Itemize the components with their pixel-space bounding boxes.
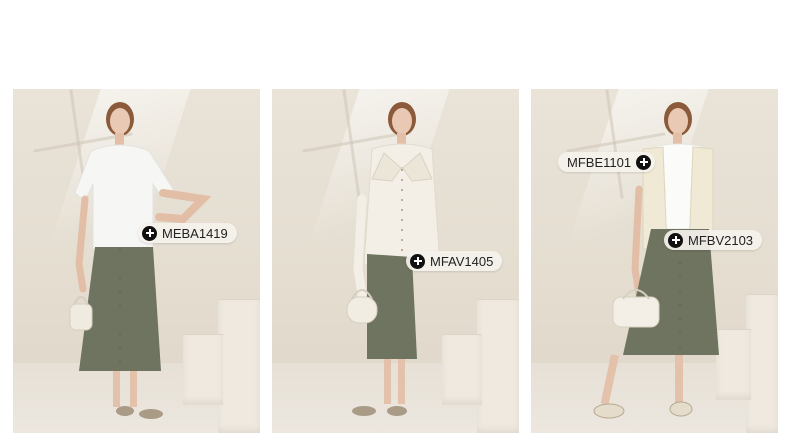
- plus-icon: [410, 253, 425, 269]
- plus-icon: [636, 154, 652, 170]
- plus-icon: [142, 225, 157, 241]
- product-code: MEBA1419: [162, 225, 228, 241]
- look-card-2[interactable]: MFAV1405: [272, 89, 519, 433]
- model-photo: [593, 102, 719, 419]
- product-tag[interactable]: MFBE1101: [558, 152, 656, 172]
- product-code: MFAV1405: [430, 253, 494, 269]
- plus-icon: [668, 232, 683, 248]
- look-card-1[interactable]: MEBA1419: [13, 89, 260, 433]
- look-card-3[interactable]: MFBE1101 MFBV2103: [531, 89, 778, 433]
- product-tag[interactable]: MFAV1405: [406, 251, 503, 271]
- product-code: MFBV2103: [688, 232, 754, 248]
- model-photo: [69, 102, 212, 419]
- product-code: MFBE1101: [567, 154, 632, 170]
- product-tag[interactable]: MEBA1419: [138, 223, 237, 243]
- product-tag[interactable]: MFBV2103: [664, 230, 763, 250]
